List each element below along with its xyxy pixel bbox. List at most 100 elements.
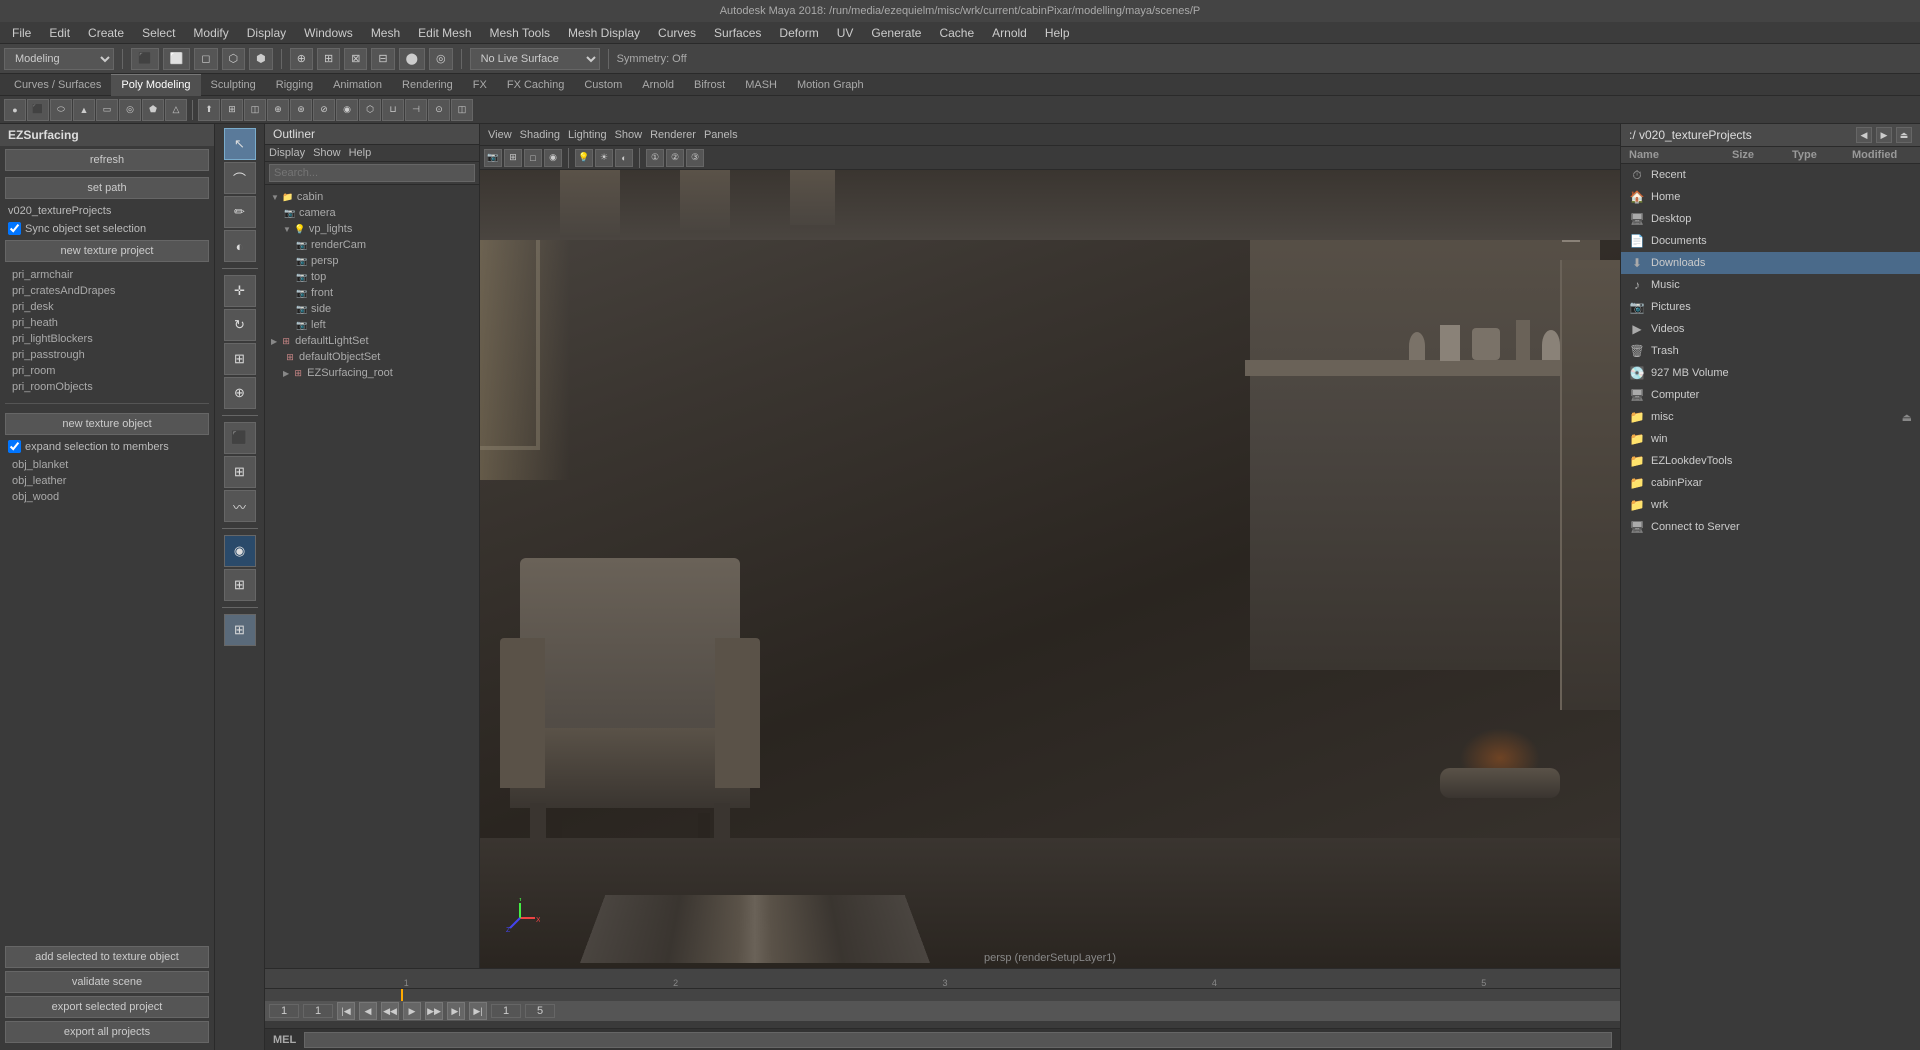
nav-fwd-btn[interactable]: ▶ [1876, 127, 1892, 143]
vp-icon-shadow[interactable]: ◐ [615, 149, 633, 167]
menu-display[interactable]: Display [239, 24, 294, 42]
icon-prism[interactable]: ⬟ [142, 99, 164, 121]
icon-cone[interactable]: ▲ [73, 99, 95, 121]
vp-icon-display1[interactable]: ① [646, 149, 664, 167]
mode-dropdown[interactable]: Modeling [4, 48, 114, 70]
menu-mesh-display[interactable]: Mesh Display [560, 24, 648, 42]
project-item-passtrough[interactable]: pri_passtrough [8, 347, 206, 363]
tool-grid-layout[interactable]: ⊞ [224, 614, 256, 646]
project-item-heath[interactable]: pri_heath [8, 315, 206, 331]
tree-item-left[interactable]: 📷 left [293, 317, 475, 333]
vp-menu-lighting[interactable]: Lighting [568, 129, 607, 141]
icon-mirror[interactable]: ⊣ [405, 99, 427, 121]
file-item-cabinpixar[interactable]: 📁 cabinPixar [1621, 472, 1920, 494]
export-selected-button[interactable]: export selected project [5, 996, 209, 1018]
tab-mash[interactable]: MASH [735, 74, 787, 96]
file-item-trash[interactable]: 🗑 Trash [1621, 340, 1920, 362]
menu-uv[interactable]: UV [829, 24, 862, 42]
tool-snap-grid[interactable]: ⊞ [224, 456, 256, 488]
tree-item-front[interactable]: 📷 front [293, 285, 475, 301]
file-item-recent[interactable]: ⏱ Recent [1621, 164, 1920, 186]
menu-deform[interactable]: Deform [771, 24, 826, 42]
icon-fill-hole[interactable]: ⊙ [428, 99, 450, 121]
object-item-blanket[interactable]: obj_blanket [8, 457, 206, 473]
vp-menu-shading[interactable]: Shading [520, 129, 560, 141]
toolbar-btn-1[interactable]: ⬛ [131, 48, 159, 70]
object-item-leather[interactable]: obj_leather [8, 473, 206, 489]
surface-dropdown[interactable]: No Live Surface [470, 48, 600, 70]
play-fwd-stop-btn[interactable]: ▶▶ [425, 1002, 443, 1020]
file-item-connect-server[interactable]: 🖥 Connect to Server [1621, 516, 1920, 538]
current-frame-input[interactable] [303, 1004, 333, 1018]
menu-help[interactable]: Help [1037, 24, 1078, 42]
new-texture-object-button[interactable]: new texture object [5, 413, 209, 435]
tab-rendering[interactable]: Rendering [392, 74, 463, 96]
menu-surfaces[interactable]: Surfaces [706, 24, 769, 42]
object-item-wood[interactable]: obj_wood [8, 489, 206, 505]
new-texture-project-button[interactable]: new texture project [5, 240, 209, 262]
tool-lattice[interactable]: ⊞ [224, 569, 256, 601]
file-item-downloads[interactable]: ⬇ Downloads [1621, 252, 1920, 274]
tool-rotate[interactable]: ↻ [224, 309, 256, 341]
icon-separate[interactable]: ⊘ [313, 99, 335, 121]
vp-menu-show[interactable]: Show [615, 129, 643, 141]
vp-menu-panels[interactable]: Panels [704, 129, 738, 141]
icon-smooth[interactable]: ◉ [336, 99, 358, 121]
nav-back-btn[interactable]: ◀ [1856, 127, 1872, 143]
tree-expand-ezroot[interactable]: ▶ [283, 369, 289, 378]
tool-snap-point[interactable]: ⬛ [224, 422, 256, 454]
icon-bevel[interactable]: ◫ [244, 99, 266, 121]
add-selected-button[interactable]: add selected to texture object [5, 946, 209, 968]
icon-plane[interactable]: ▭ [96, 99, 118, 121]
file-item-music[interactable]: ♪ Music [1621, 274, 1920, 296]
vp-icon-grid[interactable]: ⊞ [504, 149, 522, 167]
icon-combine[interactable]: ⊛ [290, 99, 312, 121]
menu-modify[interactable]: Modify [185, 24, 236, 42]
menu-windows[interactable]: Windows [296, 24, 361, 42]
tool-select[interactable]: ↖ [224, 128, 256, 160]
next-frame-btn[interactable]: ▶| [447, 1002, 465, 1020]
tab-arnold[interactable]: Arnold [632, 74, 684, 96]
project-item-desk[interactable]: pri_desk [8, 299, 206, 315]
timeline-bar[interactable] [265, 989, 1620, 1001]
tab-fx-caching[interactable]: FX Caching [497, 74, 574, 96]
refresh-button[interactable]: refresh [5, 149, 209, 171]
project-item-roomobjects[interactable]: pri_roomObjects [8, 379, 206, 395]
tool-snap-curve[interactable]: 〰 [224, 490, 256, 522]
file-item-ezlookdev[interactable]: 📁 EZLookdevTools [1621, 450, 1920, 472]
menu-create[interactable]: Create [80, 24, 132, 42]
icon-bridge[interactable]: ⊞ [221, 99, 243, 121]
expand-checkbox[interactable] [8, 440, 21, 453]
viewport-canvas[interactable]: persp (renderSetupLayer1) X Y Z [480, 170, 1620, 968]
vp-icon-light1[interactable]: 💡 [575, 149, 593, 167]
tab-motion-graph[interactable]: Motion Graph [787, 74, 874, 96]
menu-edit[interactable]: Edit [41, 24, 78, 42]
set-path-button[interactable]: set path [5, 177, 209, 199]
validate-scene-button[interactable]: validate scene [5, 971, 209, 993]
vp-icon-display2[interactable]: ② [666, 149, 684, 167]
menu-edit-mesh[interactable]: Edit Mesh [410, 24, 479, 42]
menu-select[interactable]: Select [134, 24, 183, 42]
prev-frame-btn[interactable]: ◀ [359, 1002, 377, 1020]
toolbar-btn-2[interactable]: ⬜ [163, 48, 191, 70]
menu-arnold[interactable]: Arnold [984, 24, 1035, 42]
vp-icon-display3[interactable]: ③ [686, 149, 704, 167]
eject-btn[interactable]: ⏏ [1896, 127, 1912, 143]
tab-poly-modeling[interactable]: Poly Modeling [111, 74, 200, 96]
tool-universal[interactable]: ⊕ [224, 377, 256, 409]
file-item-documents[interactable]: 📄 Documents [1621, 230, 1920, 252]
tree-item-rendercam[interactable]: 📷 renderCam [293, 237, 475, 253]
icon-extrude[interactable]: ⬆ [198, 99, 220, 121]
tree-item-persp[interactable]: 📷 persp [293, 253, 475, 269]
next-keyframe-btn[interactable]: ▶| [469, 1002, 487, 1020]
tab-rigging[interactable]: Rigging [266, 74, 323, 96]
tab-animation[interactable]: Animation [323, 74, 392, 96]
play-fwd-btn[interactable]: ▶ [403, 1002, 421, 1020]
project-item-crates[interactable]: pri_cratesAndDrapes [8, 283, 206, 299]
tab-custom[interactable]: Custom [574, 74, 632, 96]
outliner-menu-help[interactable]: Help [349, 147, 372, 159]
frame-start-input[interactable] [269, 1004, 299, 1018]
tree-item-vp-lights[interactable]: ▼ 💡 vp_lights [281, 221, 475, 237]
toolbar-btn-3[interactable]: ◻ [194, 48, 217, 70]
vp-icon-camera[interactable]: 📷 [484, 149, 502, 167]
